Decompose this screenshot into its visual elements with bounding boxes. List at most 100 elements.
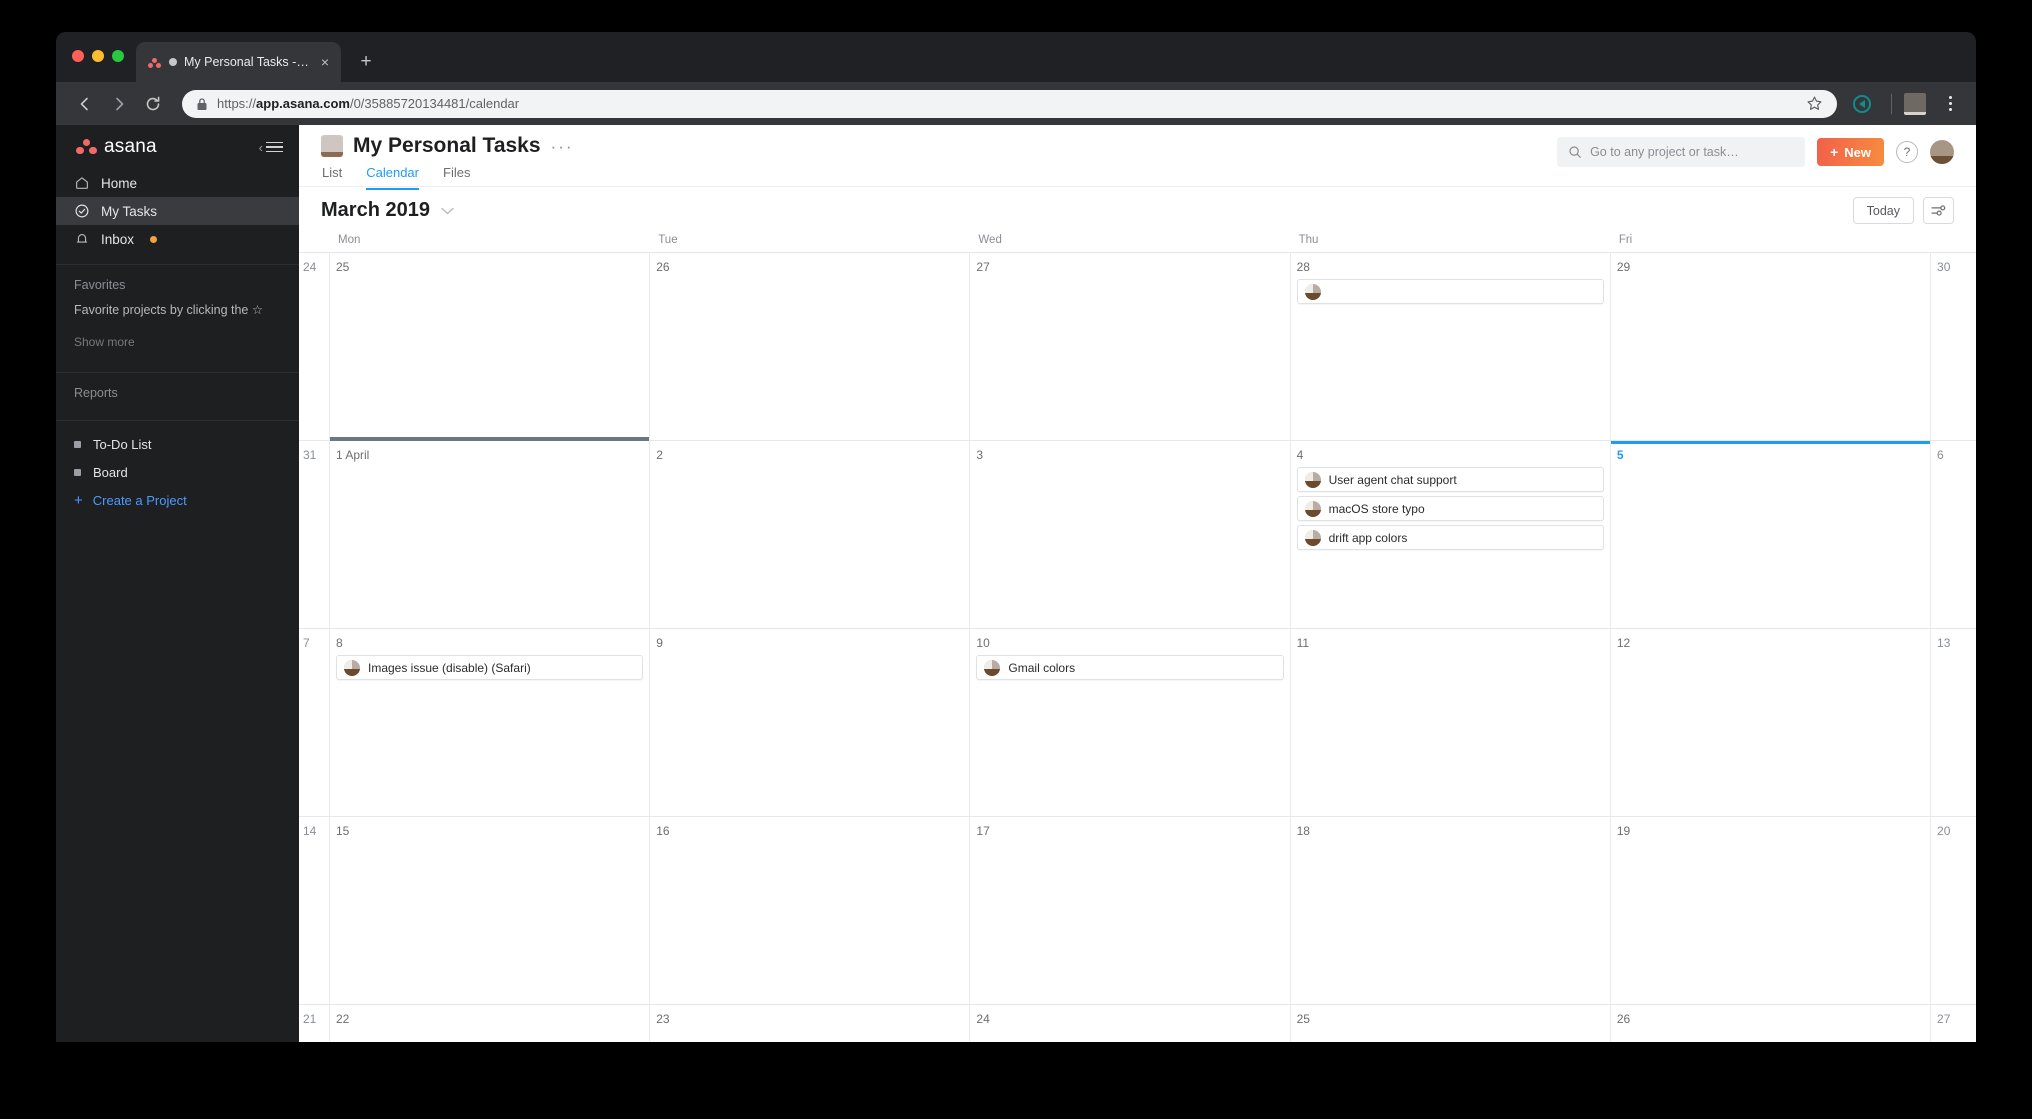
calendar-day-cell-sun[interactable]: 31 xyxy=(299,441,330,628)
task-card[interactable] xyxy=(1296,279,1604,304)
calendar-day-cell-sun[interactable]: 24 xyxy=(299,253,330,440)
calendar-day-cell[interactable]: 23 xyxy=(650,1005,971,1042)
check-circle-icon xyxy=(75,204,89,218)
address-bar[interactable]: https://app.asana.com/0/35885720134481/c… xyxy=(182,89,1837,118)
calendar-day-cell-sat[interactable]: 30 xyxy=(1931,253,1976,440)
calendar-day-cell[interactable]: 9 xyxy=(650,629,971,816)
day-number: 15 xyxy=(336,824,350,838)
calendar-day-cell[interactable]: 26 xyxy=(650,253,971,440)
calendar-day-cell[interactable]: 11 xyxy=(1290,629,1611,816)
browser-profile-avatar[interactable] xyxy=(1904,92,1926,115)
calendar-day-cell[interactable]: 1 April xyxy=(330,441,651,628)
help-button[interactable]: ? xyxy=(1896,141,1918,163)
sidebar-project-label: Board xyxy=(93,464,128,480)
calendar-day-cell[interactable]: 12 xyxy=(1610,629,1932,816)
browser-window: My Personal Tasks - Asana × + https://ap… xyxy=(56,32,1976,1042)
new-button-label: New xyxy=(1844,144,1871,160)
sidebar-item-label: My Tasks xyxy=(101,203,158,219)
sidebar-project-board[interactable]: Board xyxy=(56,458,299,486)
calendar-day-cell-sun[interactable]: 7 xyxy=(299,629,330,816)
new-tab-button[interactable]: + xyxy=(356,52,376,71)
sidebar-item-my-tasks[interactable]: My Tasks xyxy=(56,197,299,225)
favorites-section-title: Favorites xyxy=(74,278,126,292)
today-button[interactable]: Today xyxy=(1852,197,1914,224)
reload-button[interactable] xyxy=(138,89,168,119)
calendar-weekday-header: Mon Tue Wed Thu Fri xyxy=(299,234,1976,253)
task-list: User agent chat support macOS store typo d… xyxy=(1296,467,1604,550)
bookmark-star-icon[interactable] xyxy=(1806,95,1823,112)
task-card[interactable]: macOS store typo xyxy=(1296,496,1604,521)
home-icon xyxy=(76,177,88,189)
calendar-day-cell[interactable]: 17 xyxy=(970,817,1291,1004)
task-title: User agent chat support xyxy=(1328,472,1457,487)
calendar-day-cell-sat[interactable]: 20 xyxy=(1931,817,1976,1004)
close-tab-icon[interactable]: × xyxy=(317,55,333,69)
calendar-day-cell[interactable]: 26 xyxy=(1610,1005,1932,1042)
bell-icon xyxy=(76,233,88,243)
calendar-day-cell[interactable]: 22 xyxy=(330,1005,651,1042)
calendar-day-cell[interactable]: 18 xyxy=(1290,817,1611,1004)
sidebar-item-home[interactable]: Home xyxy=(56,169,299,197)
create-project-button[interactable]: + Create a Project xyxy=(56,486,299,514)
calendar-day-cell[interactable]: 19 xyxy=(1610,817,1932,1004)
calendar-day-cell[interactable]: 3 xyxy=(970,441,1291,628)
search-input[interactable]: Go to any project or task… xyxy=(1557,137,1806,167)
user-avatar[interactable] xyxy=(1930,140,1954,164)
day-number: 22 xyxy=(336,1012,350,1026)
browser-menu-button[interactable] xyxy=(1938,96,1962,111)
task-title: Images issue (disable) (Safari) xyxy=(368,660,531,675)
task-card[interactable]: Images issue (disable) (Safari) xyxy=(336,655,644,680)
calendar-day-cell-sat[interactable]: 27 xyxy=(1931,1005,1976,1042)
day-number: 17 xyxy=(976,824,990,838)
browser-tab-title: My Personal Tasks - Asana xyxy=(184,55,310,69)
new-button[interactable]: + New xyxy=(1817,138,1884,166)
calendar-day-cell[interactable]: 4 User agent chat support macOS store typo… xyxy=(1290,441,1611,628)
calendar-day-cell[interactable]: 16 xyxy=(650,817,971,1004)
project-bullet-icon xyxy=(74,468,81,476)
extension-icon[interactable] xyxy=(1853,94,1871,113)
task-card[interactable]: Gmail colors xyxy=(976,655,1284,680)
calendar-day-cell-sat[interactable]: 6 xyxy=(1931,441,1976,628)
calendar-day-cell[interactable]: 27 xyxy=(970,253,1291,440)
calendar-day-cell[interactable]: 15 xyxy=(330,817,651,1004)
task-assignee-avatar xyxy=(984,659,1001,676)
back-button[interactable] xyxy=(70,89,100,119)
close-window-button[interactable] xyxy=(72,50,84,62)
task-list: Gmail colors xyxy=(976,655,1284,680)
calendar-grid[interactable]: 24 25 26 27 28 29 30 31 1 April 2 3 4 User agent cha… xyxy=(299,253,1976,1042)
show-more-button[interactable]: Show more xyxy=(56,319,299,361)
sidebar-item-inbox[interactable]: Inbox xyxy=(56,225,299,253)
calendar-day-cell[interactable]: 25 xyxy=(1290,1005,1611,1042)
browser-tab[interactable]: My Personal Tasks - Asana × xyxy=(136,42,341,82)
task-card[interactable]: User agent chat support xyxy=(1296,467,1604,492)
chevron-down-icon[interactable] xyxy=(441,202,454,220)
calendar-day-cell[interactable]: 2 xyxy=(650,441,971,628)
calendar-day-cell[interactable]: 5 xyxy=(1610,441,1932,628)
calendar-day-cell[interactable]: 8 Images issue (disable) (Safari) xyxy=(330,629,651,816)
calendar-day-cell[interactable]: 24 xyxy=(970,1005,1291,1042)
sidebar-project-to-do-list[interactable]: To-Do List xyxy=(56,430,299,458)
minimize-window-button[interactable] xyxy=(92,50,104,62)
calendar-options-button[interactable] xyxy=(1923,197,1954,224)
calendar-day-cell[interactable]: 25 xyxy=(330,253,651,441)
project-header: My Personal Tasks ··· List Calendar File… xyxy=(299,125,1976,190)
day-number: 27 xyxy=(976,260,990,274)
calendar-day-cell-sun[interactable]: 21 xyxy=(299,1005,330,1042)
task-card[interactable]: drift app colors xyxy=(1296,525,1604,550)
calendar-day-cell-sun[interactable]: 14 xyxy=(299,817,330,1004)
collapse-sidebar-button[interactable]: ‹ xyxy=(259,141,283,154)
forward-button[interactable] xyxy=(104,89,134,119)
calendar-day-cell-sat[interactable]: 13 xyxy=(1931,629,1976,816)
day-number: 28 xyxy=(1296,260,1310,274)
maximize-window-button[interactable] xyxy=(112,50,124,62)
calendar-day-cell[interactable]: 10 Gmail colors xyxy=(970,629,1291,816)
project-avatar xyxy=(321,135,343,157)
project-more-options-button[interactable]: ··· xyxy=(551,138,574,155)
sidebar-project-label: To-Do List xyxy=(93,436,152,452)
asana-logo[interactable]: asana xyxy=(76,136,157,158)
calendar-day-cell[interactable]: 29 xyxy=(1610,253,1932,440)
day-number: 9 xyxy=(656,636,663,650)
calendar-day-cell[interactable]: 28 xyxy=(1290,253,1611,440)
sidebar-header: asana ‹ xyxy=(56,125,299,169)
weekday-tue: Tue xyxy=(658,234,678,246)
